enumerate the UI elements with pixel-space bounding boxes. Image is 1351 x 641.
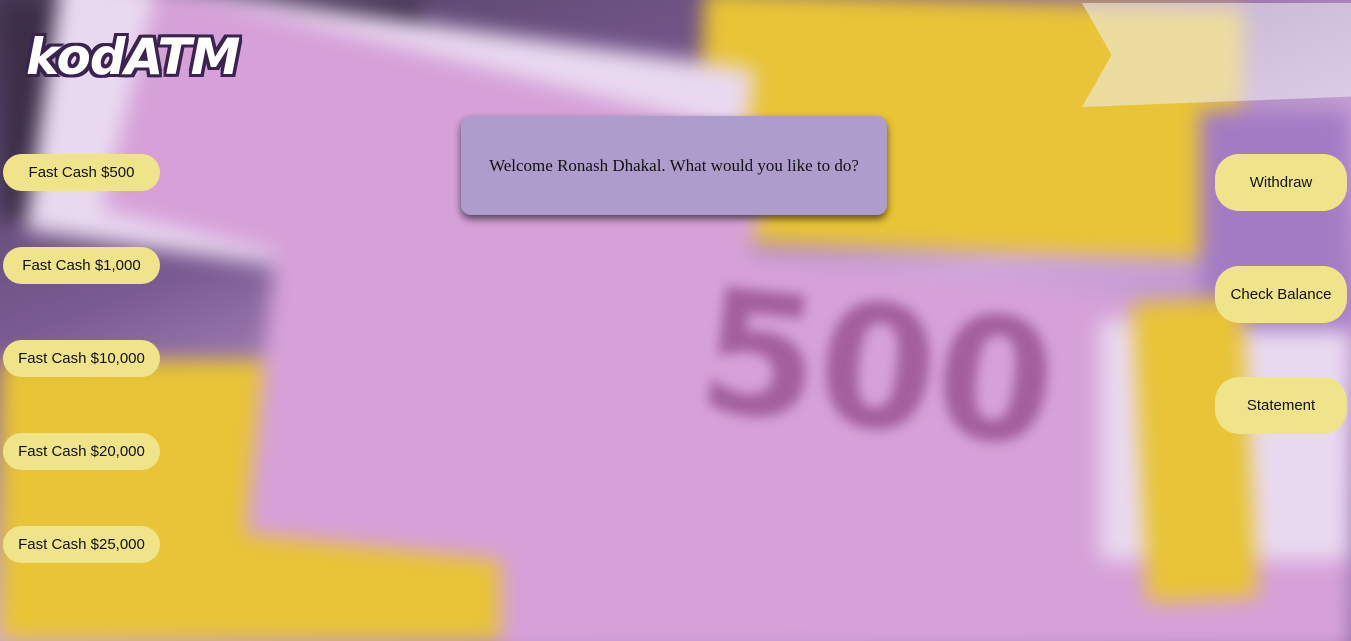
app-logo: kodATM <box>26 28 240 86</box>
welcome-panel: Welcome Ronash Dhakal. What would you li… <box>461 116 887 215</box>
fast-cash-500-button[interactable]: Fast Cash $500 <box>3 154 160 191</box>
welcome-message: Welcome Ronash Dhakal. What would you li… <box>489 155 859 175</box>
fast-cash-25000-button[interactable]: Fast Cash $25,000 <box>3 526 160 563</box>
statement-button[interactable]: Statement <box>1215 377 1347 434</box>
fast-cash-1000-button[interactable]: Fast Cash $1,000 <box>3 247 160 284</box>
atm-screen: 500 kodATM Welcome Ronash Dhakal. What w… <box>0 0 1351 641</box>
banknote-500-decoration: 500 <box>690 251 1065 487</box>
check-balance-button[interactable]: Check Balance <box>1215 266 1347 323</box>
withdraw-button[interactable]: Withdraw <box>1215 154 1347 211</box>
fast-cash-10000-button[interactable]: Fast Cash $10,000 <box>3 340 160 377</box>
header-ribbon <box>1082 3 1351 107</box>
fast-cash-20000-button[interactable]: Fast Cash $20,000 <box>3 433 160 470</box>
